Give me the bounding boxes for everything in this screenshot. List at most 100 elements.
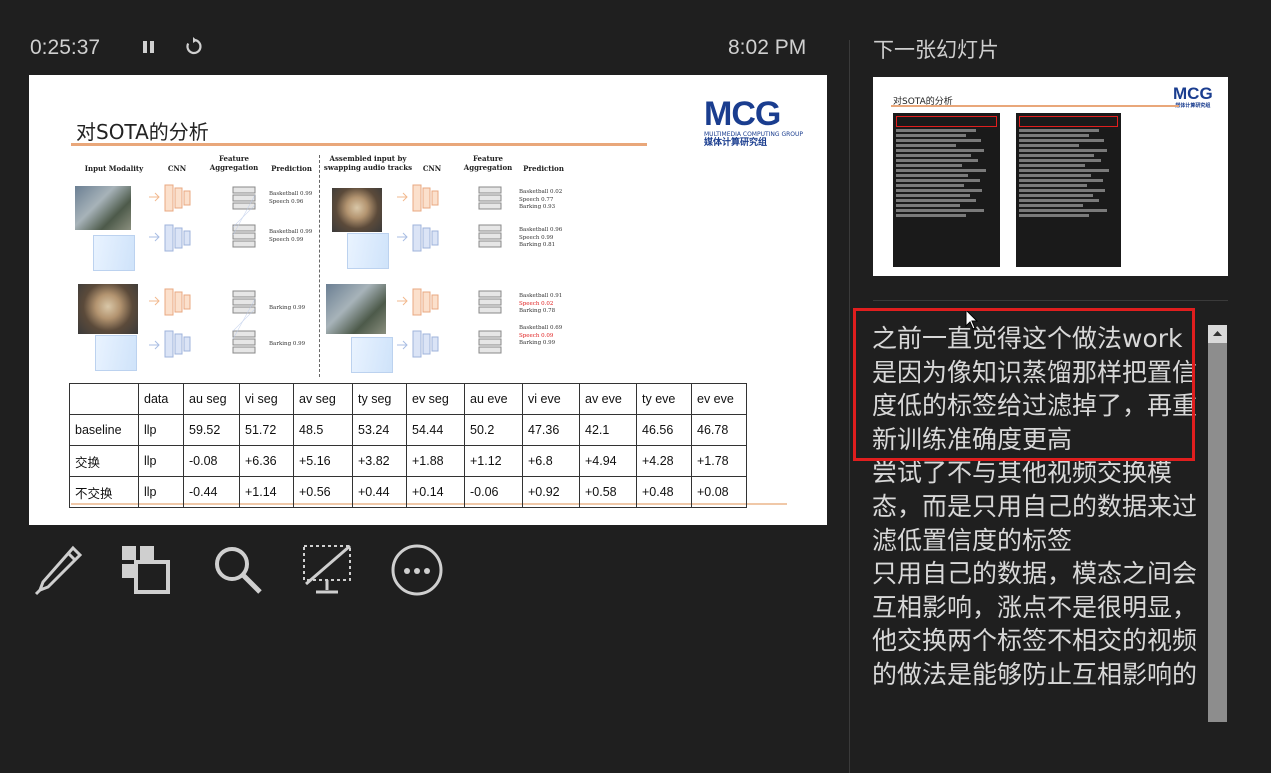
prediction: Barking 0.99 xyxy=(519,340,556,346)
table-row: 交换 llp -0.08 +6.36 +5.16 +3.82 +1.88 +1.… xyxy=(69,445,747,477)
table-cell: 54.44 xyxy=(406,414,465,446)
prediction-list: Basketball 0.02 Speech 0.77 Barking 0.93 xyxy=(519,189,562,212)
prediction: Basketball 0.96 xyxy=(519,227,563,233)
highlight-box xyxy=(896,116,997,127)
prediction: Speech 0.99 xyxy=(519,234,554,241)
terminal-screenshot xyxy=(1016,113,1121,267)
prediction: Barking 0.93 xyxy=(519,204,556,210)
table-cell: +1.12 xyxy=(464,445,523,477)
next-slide-thumbnail[interactable]: 对SOTA的分析 MCG 媒体计算研究组 xyxy=(873,77,1228,276)
table-cell: av seg xyxy=(293,383,353,415)
prediction: Speech 0.96 xyxy=(269,198,304,205)
table-cell: 48.5 xyxy=(293,414,353,446)
table-cell: +0.48 xyxy=(636,476,692,508)
elapsed-timer: 0:25:37 xyxy=(30,36,101,59)
screen-off-icon[interactable] xyxy=(298,540,358,600)
current-slide[interactable]: 对SOTA的分析 MCG MULTIMEDIA COMPUTING GROUP … xyxy=(29,75,827,525)
table-cell: ev seg xyxy=(406,383,465,415)
clock: 8:02 PM xyxy=(728,36,807,59)
prediction: Barking 0.99 xyxy=(269,305,306,311)
diagram-header: Input Modality xyxy=(84,164,144,173)
magnifier-icon[interactable] xyxy=(208,540,268,600)
ellipsis-icon[interactable] xyxy=(388,540,448,600)
table-cell: +6.8 xyxy=(522,445,580,477)
prediction: Speech 0.77 xyxy=(519,196,554,203)
diagram-header: Prediction xyxy=(271,164,312,173)
restart-icon[interactable] xyxy=(184,36,204,61)
table-cell: 交换 xyxy=(69,445,139,477)
video-frames-basketball xyxy=(325,283,387,335)
prediction: Basketball 0.99 xyxy=(269,191,313,197)
table-cell: au seg xyxy=(183,383,240,415)
table-cell: +0.58 xyxy=(579,476,637,508)
logo-main: MCG xyxy=(704,95,781,133)
prediction: Basketball 0.91 xyxy=(519,293,563,299)
pause-icon[interactable] xyxy=(141,36,157,61)
next-slide-rule xyxy=(891,105,1179,107)
table-row: baseline llp 59.52 51.72 48.5 53.24 54.4… xyxy=(69,414,747,446)
table-cell: +1.78 xyxy=(691,445,747,477)
table-cell: 59.52 xyxy=(183,414,240,446)
table-cell: ty eve xyxy=(636,383,692,415)
table-cell: +1.88 xyxy=(406,445,465,477)
slides-grid-icon[interactable] xyxy=(116,540,176,600)
prediction: Speech 0.09 xyxy=(519,332,554,339)
table-cell: +1.14 xyxy=(239,476,294,508)
audio-spectrogram xyxy=(351,337,393,373)
table-header-row: data au seg vi seg av seg ty seg ev seg … xyxy=(69,383,747,415)
diagram-header: CNN xyxy=(422,164,442,173)
table-cell: +3.82 xyxy=(352,445,407,477)
prediction: Barking 0.99 xyxy=(269,341,306,347)
diagram-header: Feature Aggregation xyxy=(209,154,259,172)
table-cell: +4.28 xyxy=(636,445,692,477)
prediction-list: Barking 0.99 xyxy=(269,305,305,313)
table-cell: llp xyxy=(138,445,184,477)
prediction: Speech 0.02 xyxy=(519,300,554,307)
table-cell: av eve xyxy=(579,383,637,415)
diagram-header: Prediction xyxy=(523,164,564,173)
slide-title: 对SOTA的分析 xyxy=(76,120,209,144)
audio-spectrogram xyxy=(347,233,389,269)
table-cell: +4.94 xyxy=(579,445,637,477)
table-row: 不交换 llp -0.44 +1.14 +0.56 +0.44 +0.14 -0… xyxy=(69,476,747,508)
prediction-list: Basketball 0.99 Speech 0.96 xyxy=(269,191,312,206)
video-frames-dog xyxy=(331,187,383,233)
table-cell: 51.72 xyxy=(239,414,294,446)
logo-sub: MULTIMEDIA COMPUTING GROUP xyxy=(704,131,804,138)
prediction: Basketball 0.02 xyxy=(519,189,563,195)
table-cell: +0.08 xyxy=(691,476,747,508)
table-cell: vi seg xyxy=(239,383,294,415)
prediction-list: Basketball 0.69 Speech 0.09 Barking 0.99 xyxy=(519,325,562,348)
table-cell: +0.92 xyxy=(522,476,580,508)
table-cell: -0.44 xyxy=(183,476,240,508)
table-cell: data xyxy=(138,383,184,415)
video-frames-basketball xyxy=(74,185,132,231)
table-cell: +6.36 xyxy=(239,445,294,477)
table-cell: -0.08 xyxy=(183,445,240,477)
prediction-list: Basketball 0.96 Speech 0.99 Barking 0.81 xyxy=(519,227,562,250)
table-cell: llp xyxy=(138,414,184,446)
table-cell: 46.56 xyxy=(636,414,692,446)
scroll-up-button[interactable] xyxy=(1208,325,1227,343)
table-cell: llp xyxy=(138,476,184,508)
table-cell: baseline xyxy=(69,414,139,446)
diagram-header: Feature Aggregation xyxy=(463,154,513,172)
title-rule xyxy=(71,143,647,146)
table-cell: -0.06 xyxy=(464,476,523,508)
highlight-box xyxy=(1019,116,1118,127)
results-table: data au seg vi seg av seg ty seg ev seg … xyxy=(69,383,747,508)
next-slide-label: 下一张幻灯片 xyxy=(873,38,999,62)
table-cell: +0.56 xyxy=(293,476,353,508)
prediction: Barking 0.78 xyxy=(519,308,556,314)
prediction: Speech 0.99 xyxy=(269,236,304,243)
table-cell: 42.1 xyxy=(579,414,637,446)
table-cell xyxy=(69,383,139,415)
diagram-separator xyxy=(319,155,320,377)
mcg-logo: MCG MULTIMEDIA COMPUTING GROUP 媒体计算研究组 xyxy=(704,97,803,149)
scroll-thumb[interactable] xyxy=(1208,343,1227,722)
table-cell: au eve xyxy=(464,383,523,415)
audio-spectrogram xyxy=(93,235,135,271)
table-cell: 46.78 xyxy=(691,414,747,446)
prediction: Barking 0.81 xyxy=(519,242,556,248)
pen-icon[interactable] xyxy=(28,540,88,600)
